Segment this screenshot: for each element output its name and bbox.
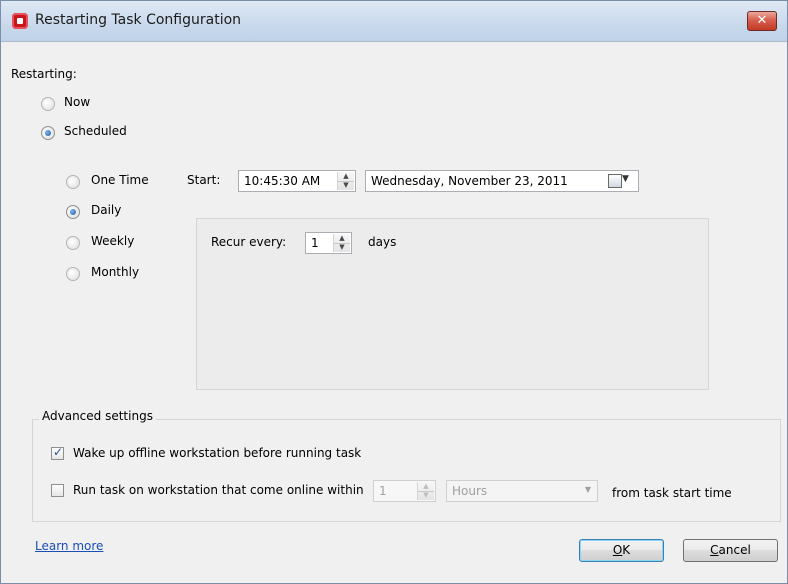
wake-up-checkbox[interactable]: ✓ (51, 445, 64, 460)
radio-monthly-label[interactable]: Monthly (91, 265, 139, 279)
cancel-button[interactable]: Cancel (683, 539, 778, 562)
run-online-stepper[interactable]: 1 ▲ ▼ (373, 480, 436, 502)
start-label: Start: (187, 173, 221, 187)
start-date-picker[interactable]: Wednesday, November 23, 2011 ▼ (365, 170, 639, 192)
window-title: Restarting Task Configuration (35, 12, 242, 28)
radio-daily[interactable] (66, 205, 80, 219)
ok-button[interactable]: OK (579, 539, 664, 562)
checkmark-icon: ✓ (53, 445, 64, 459)
cancel-label-rest: ancel (718, 543, 751, 557)
advanced-settings-legend: Advanced settings (39, 409, 156, 423)
run-online-unit-dropdown[interactable]: Hours ▼ (446, 480, 598, 502)
ok-mnemonic: O (612, 543, 623, 557)
chevron-down-icon: ▼ (622, 174, 629, 184)
spin-down-icon[interactable]: ▼ (418, 491, 434, 500)
calendar-icon (608, 174, 622, 188)
radio-weekly[interactable] (66, 236, 80, 250)
dialog-window: Restarting Task Configuration ✕ Restarti… (0, 0, 788, 584)
dialog-body: Restarting: Now Scheduled One Time Daily… (1, 42, 787, 583)
run-online-label[interactable]: Run task on workstation that come online… (73, 483, 364, 497)
start-time-field[interactable]: 10:45:30 AM ▲ ▼ (238, 170, 356, 192)
radio-daily-label[interactable]: Daily (91, 203, 121, 217)
radio-one-time-label[interactable]: One Time (91, 173, 149, 187)
app-icon (12, 13, 28, 29)
learn-more-link[interactable]: Learn more (35, 539, 103, 553)
recur-spinner[interactable]: ▲ ▼ (333, 234, 350, 252)
radio-now-label[interactable]: Now (64, 95, 90, 109)
chevron-down-icon: ▼ (584, 485, 591, 494)
run-online-spinner[interactable]: ▲ ▼ (417, 482, 434, 500)
advanced-settings-group (32, 419, 781, 522)
ok-label-rest: K (622, 543, 631, 557)
from-start-time-label: from task start time (612, 486, 732, 500)
title-bar[interactable]: Restarting Task Configuration ✕ (1, 1, 787, 42)
start-time-spinner[interactable]: ▲ ▼ (337, 172, 354, 190)
radio-one-time[interactable] (66, 175, 80, 189)
radio-now[interactable] (41, 97, 55, 111)
spin-down-icon[interactable]: ▼ (334, 243, 350, 252)
radio-scheduled-label[interactable]: Scheduled (64, 124, 127, 138)
recur-every-value: 1 (311, 236, 319, 250)
recur-every-stepper[interactable]: 1 ▲ ▼ (305, 232, 352, 254)
recurrence-panel: Recur every: 1 ▲ ▼ days (196, 218, 709, 390)
calendar-dropdown-button[interactable]: ▼ (608, 174, 634, 188)
close-button[interactable]: ✕ (747, 11, 777, 31)
cancel-mnemonic: C (710, 543, 719, 557)
recur-unit-label: days (368, 235, 397, 249)
run-online-unit-value: Hours (452, 484, 488, 498)
start-date-value: Wednesday, November 23, 2011 (371, 174, 568, 188)
wake-up-label[interactable]: Wake up offline workstation before runni… (73, 446, 361, 460)
start-time-value: 10:45:30 AM (244, 174, 321, 188)
radio-monthly[interactable] (66, 267, 80, 281)
recur-every-label: Recur every: (211, 235, 287, 249)
radio-weekly-label[interactable]: Weekly (91, 234, 134, 248)
radio-scheduled[interactable] (41, 126, 55, 140)
close-icon: ✕ (756, 13, 768, 28)
restarting-label: Restarting: (11, 67, 77, 81)
run-online-checkbox[interactable] (51, 484, 64, 497)
run-online-value: 1 (379, 484, 387, 498)
spin-down-icon[interactable]: ▼ (338, 181, 354, 190)
